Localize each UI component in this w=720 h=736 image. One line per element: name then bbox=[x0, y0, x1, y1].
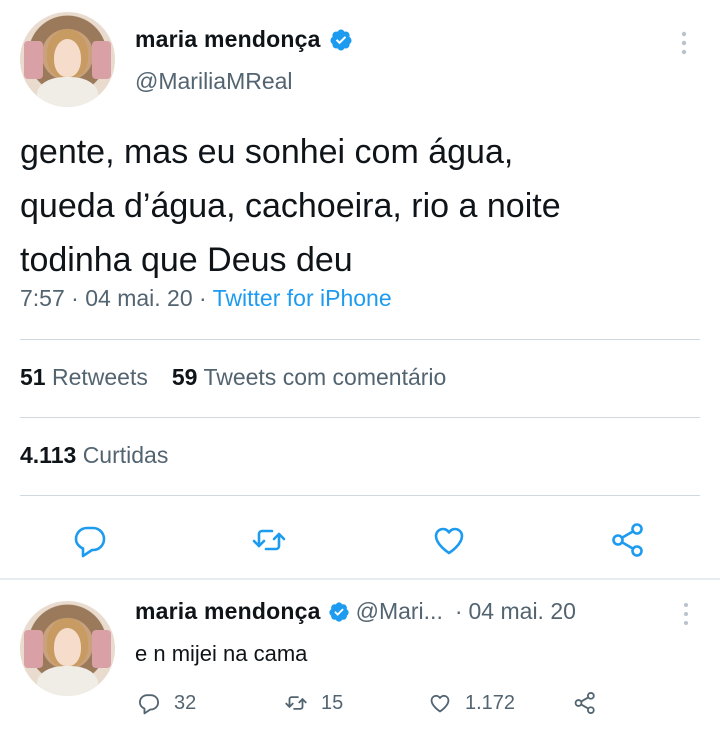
retweet-icon[interactable] bbox=[249, 520, 289, 560]
more-options-icon[interactable] bbox=[672, 28, 696, 58]
reply-display-name[interactable]: maria mendonça bbox=[135, 598, 321, 625]
share-icon[interactable] bbox=[608, 520, 648, 560]
reply-icon[interactable] bbox=[70, 520, 110, 560]
divider bbox=[20, 495, 700, 496]
tweet-text: gente, mas eu sonhei com água, queda d’á… bbox=[20, 133, 561, 279]
avatar[interactable] bbox=[20, 12, 115, 107]
likes-stat[interactable]: 4.113 Curtidas bbox=[20, 442, 168, 469]
handle[interactable]: @MariliaMReal bbox=[135, 68, 293, 95]
reply-handle[interactable]: @Mari... bbox=[356, 598, 443, 625]
tweet-date[interactable]: 04 mai. 20 bbox=[85, 285, 192, 311]
reply-reply-button[interactable]: 32 bbox=[136, 688, 196, 718]
engagement-stats: 51 Retweets 59 Tweets com comentário bbox=[20, 364, 446, 391]
quote-tweets-stat[interactable]: 59 Tweets com comentário bbox=[172, 364, 446, 391]
reply-header: maria mendonça @Mari... · 04 mai. 20 bbox=[135, 598, 576, 625]
reply-count: 32 bbox=[174, 691, 197, 714]
like-icon[interactable] bbox=[429, 520, 469, 560]
author-row: maria mendonça bbox=[135, 26, 353, 53]
reply-avatar[interactable] bbox=[20, 601, 115, 696]
like-icon bbox=[430, 694, 450, 713]
reply-like-button[interactable]: 1.172 bbox=[427, 688, 515, 718]
verified-badge-icon bbox=[328, 601, 349, 622]
tweet-meta: 7:57 · 04 mai. 20 · Twitter for iPhone bbox=[20, 285, 392, 311]
retweets-stat[interactable]: 51 Retweets bbox=[20, 364, 148, 391]
retweet-icon bbox=[285, 696, 307, 710]
main-tweet: maria mendonça @MariliaMReal gente, mas … bbox=[0, 0, 720, 578]
tweet-separator bbox=[0, 578, 720, 580]
retweet-count: 15 bbox=[321, 691, 344, 714]
reply-date[interactable]: 04 mai. 20 bbox=[469, 598, 576, 625]
divider bbox=[20, 339, 700, 340]
like-count: 1.172 bbox=[465, 691, 516, 714]
reply-retweet-button[interactable]: 15 bbox=[283, 688, 343, 718]
share-icon bbox=[574, 692, 595, 714]
reply-text: e n mijei na cama bbox=[135, 641, 308, 666]
tweet-source[interactable]: Twitter for iPhone bbox=[213, 285, 392, 311]
display-name[interactable]: maria mendonça bbox=[135, 26, 321, 53]
tweet-time: 7:57 bbox=[20, 285, 65, 311]
reply-share-button[interactable] bbox=[572, 688, 598, 718]
verified-badge-icon bbox=[330, 29, 352, 50]
reply-icon bbox=[138, 694, 160, 715]
more-options-icon[interactable] bbox=[676, 600, 696, 628]
divider bbox=[20, 417, 700, 418]
